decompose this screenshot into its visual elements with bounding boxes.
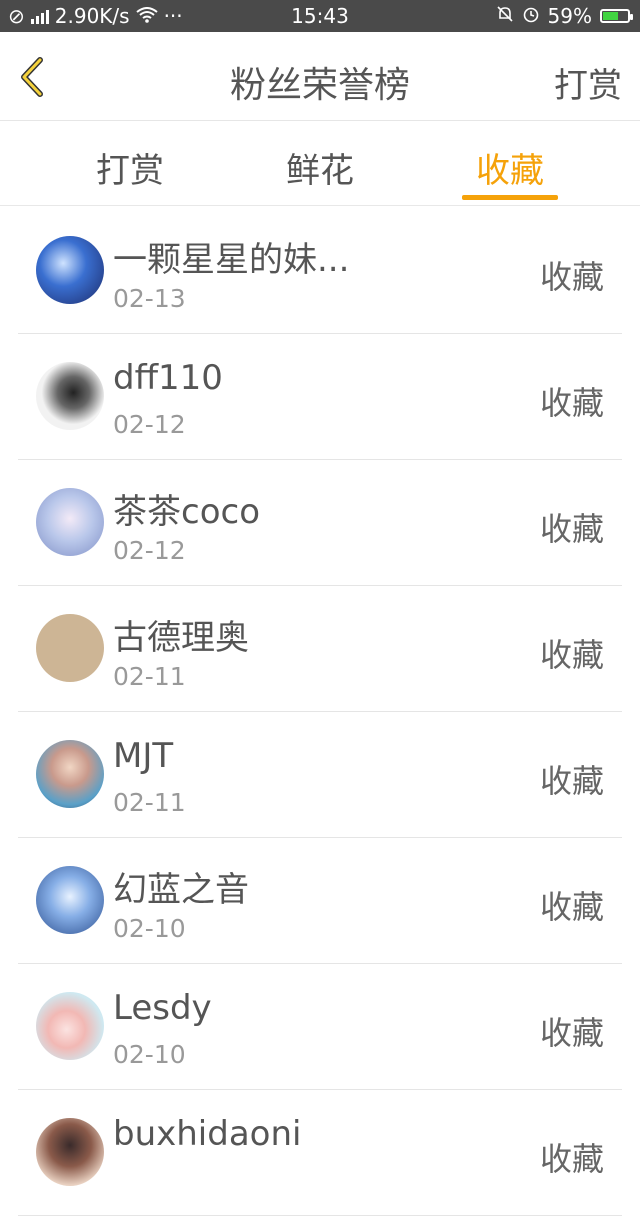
avatar <box>36 866 104 934</box>
action-label: 收藏 <box>539 510 604 548</box>
action-label: 收藏 <box>539 636 604 674</box>
list-item[interactable]: 茶茶coco 02-12 收藏 <box>18 460 622 586</box>
date: 02-12 <box>113 536 186 565</box>
active-tab-indicator <box>462 195 558 200</box>
tab-flowers[interactable]: 鲜花 <box>260 143 380 192</box>
list-item[interactable]: 古德理奥 02-11 收藏 <box>18 586 622 712</box>
user-name: Lesdy <box>113 988 212 1028</box>
alarm-icon <box>522 4 540 28</box>
battery-icon <box>600 9 633 23</box>
action-label: 收藏 <box>539 384 604 422</box>
date: 02-12 <box>113 410 186 439</box>
avatar <box>36 992 104 1060</box>
list-item[interactable]: Lesdy 02-10 收藏 <box>18 964 622 1090</box>
action-label: 收藏 <box>539 1014 604 1052</box>
user-name: 一颗星星的妹... <box>113 240 350 280</box>
list-item[interactable]: 一颗星星的妹... 02-13 收藏 <box>18 208 622 334</box>
avatar <box>36 1118 104 1186</box>
tab-bar: 打赏 鲜花 收藏 <box>0 121 640 206</box>
status-right: 59% <box>496 4 633 28</box>
action-label: 收藏 <box>539 1140 604 1178</box>
date: 02-10 <box>113 914 186 943</box>
tab-label: 鲜花 <box>286 151 354 191</box>
action-label: 收藏 <box>539 762 604 800</box>
user-name: 幻蓝之音 <box>113 870 249 910</box>
date: 02-11 <box>113 788 186 817</box>
avatar <box>36 740 104 808</box>
tab-label: 打赏 <box>96 151 164 191</box>
avatar <box>36 362 104 430</box>
battery-percent: 59% <box>547 4 592 28</box>
list-item[interactable]: dff110 02-12 收藏 <box>18 334 622 460</box>
user-name: 古德理奥 <box>113 618 249 658</box>
action-label: 收藏 <box>539 258 604 296</box>
avatar <box>36 614 104 682</box>
avatar <box>36 236 104 304</box>
list-item[interactable]: 幻蓝之音 02-10 收藏 <box>18 838 622 964</box>
list-item[interactable]: MJT 02-11 收藏 <box>18 712 622 838</box>
tab-reward[interactable]: 打赏 <box>70 143 190 192</box>
user-name: 茶茶coco <box>113 492 260 532</box>
mute-bell-icon <box>496 4 514 28</box>
page-title: 粉丝荣誉榜 <box>229 65 410 106</box>
date: 02-10 <box>113 1040 186 1069</box>
app-header: 粉丝荣誉榜 打赏 <box>0 32 640 121</box>
user-name: buxhidaoni <box>113 1114 302 1154</box>
avatar <box>36 488 104 556</box>
fan-list: 一颗星星的妹... 02-13 收藏 dff110 02-12 收藏 茶茶coc… <box>18 208 622 1216</box>
action-label: 收藏 <box>539 888 604 926</box>
user-name: dff110 <box>113 358 223 398</box>
tab-favorites[interactable]: 收藏 <box>450 143 570 200</box>
date: 02-13 <box>113 284 186 313</box>
user-name: MJT <box>113 736 174 776</box>
list-item[interactable]: buxhidaoni 收藏 <box>18 1090 622 1216</box>
status-bar: ⊘ 2.90K/s ··· 15:43 59% <box>0 0 640 32</box>
reward-button[interactable]: 打赏 <box>554 58 622 107</box>
date: 02-11 <box>113 662 186 691</box>
tab-label: 收藏 <box>476 151 544 191</box>
